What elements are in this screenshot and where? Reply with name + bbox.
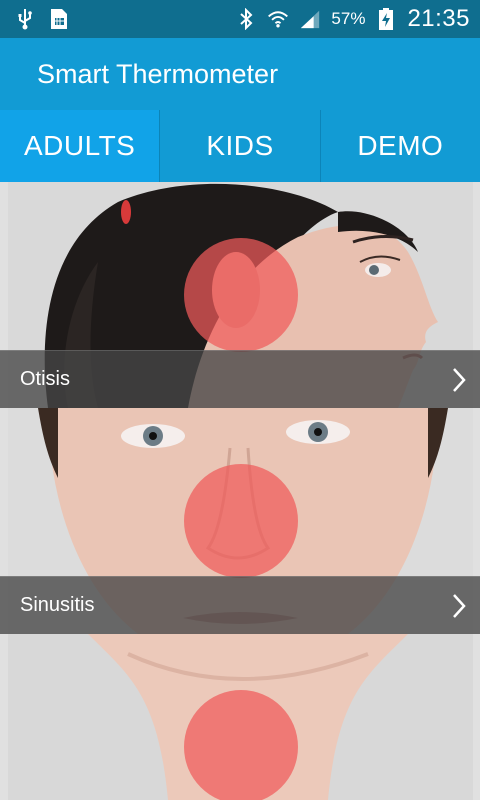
tab-adults[interactable]: ADULTS (0, 110, 160, 182)
battery-charging-icon (375, 7, 397, 31)
measurement-area: Otisis Sinusitis (0, 182, 480, 800)
signal-icon (299, 7, 321, 31)
sim-card-icon (48, 7, 70, 31)
otisis-label: Otisis (20, 368, 70, 390)
sinusitis-row[interactable]: Sinusitis (0, 576, 480, 634)
chevron-right-icon (448, 365, 470, 395)
neck-hot-spot[interactable] (184, 690, 298, 800)
bluetooth-icon (235, 7, 257, 31)
nose-hot-spot[interactable] (184, 464, 298, 578)
chevron-right-icon (448, 591, 470, 621)
tab-bar: ADULTS KIDS DEMO (0, 110, 480, 182)
sinusitis-label: Sinusitis (20, 594, 95, 616)
status-bar: 57% 21:35 (0, 0, 480, 38)
tab-demo[interactable]: DEMO (319, 110, 480, 182)
app-title: Smart Thermometer (37, 58, 279, 89)
status-right: 57% 21:35 (235, 5, 470, 33)
usb-icon (14, 7, 36, 31)
otisis-row[interactable]: Otisis (0, 350, 480, 408)
ear-hot-spot[interactable] (184, 238, 298, 352)
battery-percent: 57% (331, 9, 366, 28)
status-left (14, 7, 70, 31)
app-bar: Smart Thermometer (0, 38, 480, 110)
clock: 21:35 (407, 5, 470, 32)
tab-kids[interactable]: KIDS (159, 110, 319, 182)
wifi-icon (267, 7, 289, 31)
